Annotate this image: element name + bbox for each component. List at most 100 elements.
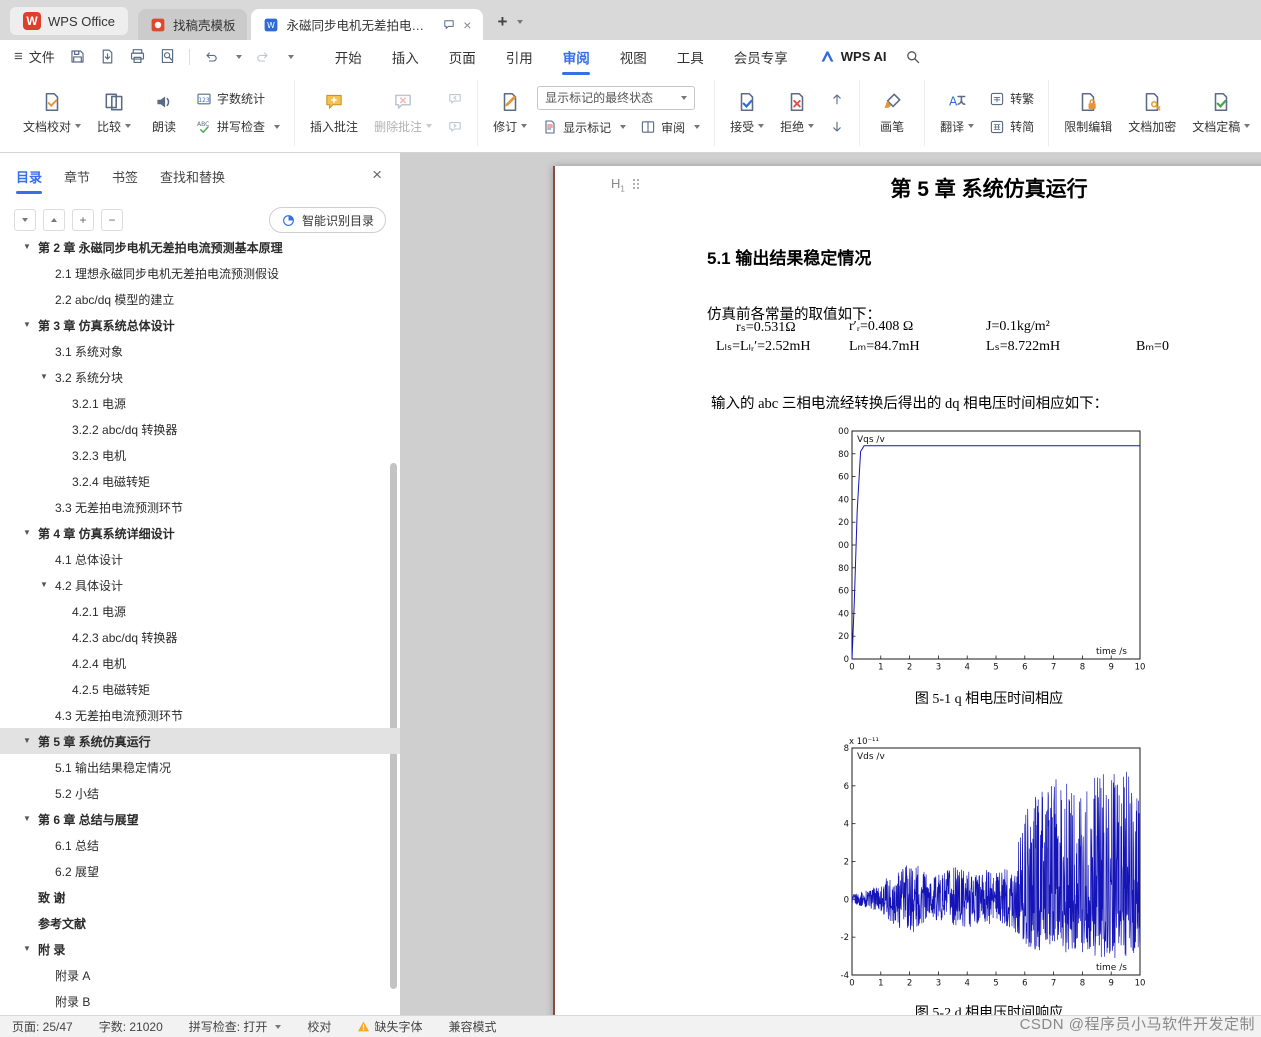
close-tab-icon[interactable]: × [463, 18, 471, 32]
ribbon-finalize-button[interactable]: 文档定稿 [1186, 86, 1256, 140]
pane-tab-目录[interactable]: 目录 [16, 157, 42, 196]
wps-ai-button[interactable]: WPS AI [819, 48, 887, 65]
toc-item[interactable]: 参考文献 [0, 910, 400, 936]
ribbon-review-pane-button[interactable]: 审阅 [635, 115, 705, 140]
document-tab-1[interactable]: W 永磁同步电机无差拍电流预测 × [251, 9, 484, 40]
ribbon-jian-button[interactable]: 转繁 [984, 86, 1039, 111]
close-pane-icon[interactable]: × [372, 165, 382, 185]
toc-item[interactable]: 3.2.4 电磁转矩 [0, 468, 400, 494]
expand-triangle-icon[interactable]: ▼ [23, 814, 31, 823]
missing-font-warning[interactable]: 缺失字体 [357, 1018, 422, 1035]
toc-item[interactable]: 5.1 输出结果稳定情况 [0, 754, 400, 780]
ribbon-revise-button[interactable]: 修订 [487, 86, 533, 140]
toc-item[interactable]: ▼ 第 4 章 仿真系统详细设计 [0, 520, 400, 546]
toc-item[interactable]: 3.2.1 电源 [0, 390, 400, 416]
toc-item[interactable]: 3.1 系统对象 [0, 338, 400, 364]
ribbon-num123-button[interactable]: 123 字数统计 [191, 86, 285, 111]
toc-item[interactable]: ▼ 4.2 具体设计 [0, 572, 400, 598]
expand-all-button[interactable] [43, 209, 65, 231]
ribbon-fan-button[interactable]: 转简 [984, 114, 1039, 139]
tab-list-caret-icon[interactable] [517, 20, 524, 24]
ribbon-brush-button[interactable]: 画笔 [869, 86, 915, 140]
zoom-out-toc-button[interactable]: − [101, 209, 123, 231]
expand-triangle-icon[interactable]: ▼ [23, 242, 31, 251]
menu-tab-引用[interactable]: 引用 [491, 41, 548, 73]
toc-item[interactable]: 附录 B [0, 988, 400, 1014]
ribbon-abc-button[interactable]: ABC 拼写检查 [191, 114, 285, 139]
menu-tab-工具[interactable]: 工具 [662, 41, 719, 73]
menu-tab-开始[interactable]: 开始 [320, 41, 377, 73]
ribbon-encrypt-button[interactable]: 文档加密 [1122, 86, 1182, 140]
toc-item[interactable]: 4.2.5 电磁转矩 [0, 676, 400, 702]
menu-tab-页面[interactable]: 页面 [434, 41, 491, 73]
print-preview-button[interactable] [159, 48, 176, 65]
comment-bubble-icon[interactable] [442, 18, 456, 32]
expand-triangle-icon[interactable]: ▼ [23, 944, 31, 953]
export-button[interactable] [99, 48, 116, 65]
wps-home-button[interactable]: W WPS Office [10, 7, 128, 35]
toc-item[interactable]: ▼ 第 3 章 仿真系统总体设计 [0, 312, 400, 338]
ribbon-reject-button[interactable]: 拒绝 [774, 86, 820, 140]
save-button[interactable] [69, 48, 86, 65]
expand-triangle-icon[interactable]: ▼ [23, 320, 31, 329]
menu-tab-审阅[interactable]: 审阅 [548, 41, 605, 73]
toc-item[interactable]: 4.1 总体设计 [0, 546, 400, 572]
toc-item[interactable]: 4.2.3 abc/dq 转换器 [0, 624, 400, 650]
ribbon-doc-check-button[interactable]: 文档校对 [17, 86, 87, 140]
toc-item[interactable]: 4.2.4 电机 [0, 650, 400, 676]
ribbon-speaker-button[interactable]: 朗读 [141, 86, 187, 140]
menu-tab-会员专享[interactable]: 会员专享 [719, 41, 803, 73]
search-button[interactable] [905, 49, 921, 65]
ribbon-change-next-button[interactable] [827, 117, 847, 137]
toc-item[interactable]: ▼ 附 录 [0, 936, 400, 962]
toc-item[interactable]: 2.2 abc/dq 模型的建立 [0, 286, 400, 312]
ribbon-accept-button[interactable]: 接受 [724, 86, 770, 140]
show-markup-select[interactable]: 显示标记的最终状态 [537, 85, 696, 110]
toc-item[interactable]: 6.1 总结 [0, 832, 400, 858]
document-page[interactable]: H1 第 5 章 系统仿真运行 5.1 输出结果稳定情况 仿真前各常量的取值如下… [553, 166, 1261, 1015]
pane-tab-章节[interactable]: 章节 [64, 157, 90, 196]
collapse-all-button[interactable] [14, 209, 36, 231]
pane-tab-查找和替换[interactable]: 查找和替换 [160, 157, 225, 196]
expand-triangle-icon[interactable]: ▼ [23, 736, 31, 745]
toc-item[interactable]: 4.2.1 电源 [0, 598, 400, 624]
toc-item[interactable]: 4.3 无差拍电流预测环节 [0, 702, 400, 728]
ribbon-compare-button[interactable]: 比较 [91, 86, 137, 140]
ribbon-comment-prev-button[interactable] [445, 89, 465, 109]
toc-item[interactable]: 3.3 无差拍电流预测环节 [0, 494, 400, 520]
ribbon-translate-button[interactable]: A 翻译 [934, 86, 980, 140]
toc-item[interactable]: 3.2.2 abc/dq 转换器 [0, 416, 400, 442]
ribbon-restrict-button[interactable]: 限制编辑 [1058, 86, 1118, 140]
menu-tab-视图[interactable]: 视图 [605, 41, 662, 73]
ribbon-comment-next-button[interactable] [445, 117, 465, 137]
ribbon-show-marks-button[interactable]: 显示标记 [537, 115, 631, 140]
undo-caret-icon[interactable] [235, 54, 242, 59]
toc-item[interactable]: 2.1 理想永磁同步电机无差拍电流预测假设 [0, 260, 400, 286]
toc-item[interactable]: 5.2 小结 [0, 780, 400, 806]
expand-triangle-icon[interactable]: ▼ [40, 372, 48, 381]
compat-mode-indicator[interactable]: 兼容模式 [448, 1018, 496, 1035]
page-indicator[interactable]: 页面: 25/47 [12, 1018, 73, 1035]
toc-item[interactable]: 附录 A [0, 962, 400, 988]
ribbon-comment-del-button[interactable]: 删除批注 [368, 86, 438, 140]
zoom-in-toc-button[interactable]: + [72, 209, 94, 231]
toc-item[interactable]: ▼ 3.2 系统分块 [0, 364, 400, 390]
toc-item[interactable]: 3.2.3 电机 [0, 442, 400, 468]
spellcheck-status[interactable]: 拼写检查: 打开 [189, 1018, 282, 1035]
new-tab-button[interactable]: + [497, 12, 507, 32]
toc-item[interactable]: ▼ 第 5 章 系统仿真运行 [0, 728, 400, 754]
redo-caret-icon[interactable] [287, 54, 294, 59]
ribbon-comment-add-button[interactable]: 插入批注 [304, 86, 364, 140]
print-button[interactable] [129, 48, 146, 65]
document-tab-0[interactable]: 找稿壳模板 [137, 9, 248, 40]
toc-item[interactable]: ▼ 第 6 章 总结与展望 [0, 806, 400, 832]
expand-triangle-icon[interactable]: ▼ [40, 580, 48, 589]
proofread-button[interactable]: 校对 [307, 1018, 331, 1035]
word-count[interactable]: 字数: 21020 [99, 1018, 163, 1035]
ribbon-change-prev-button[interactable] [827, 89, 847, 109]
pane-tab-书签[interactable]: 书签 [112, 157, 138, 196]
file-menu-button[interactable]: ≡ 文件 [14, 47, 55, 66]
redo-button[interactable] [255, 49, 271, 65]
smart-toc-button[interactable]: 智能识别目录 [268, 207, 386, 233]
toc-item[interactable]: 6.2 展望 [0, 858, 400, 884]
